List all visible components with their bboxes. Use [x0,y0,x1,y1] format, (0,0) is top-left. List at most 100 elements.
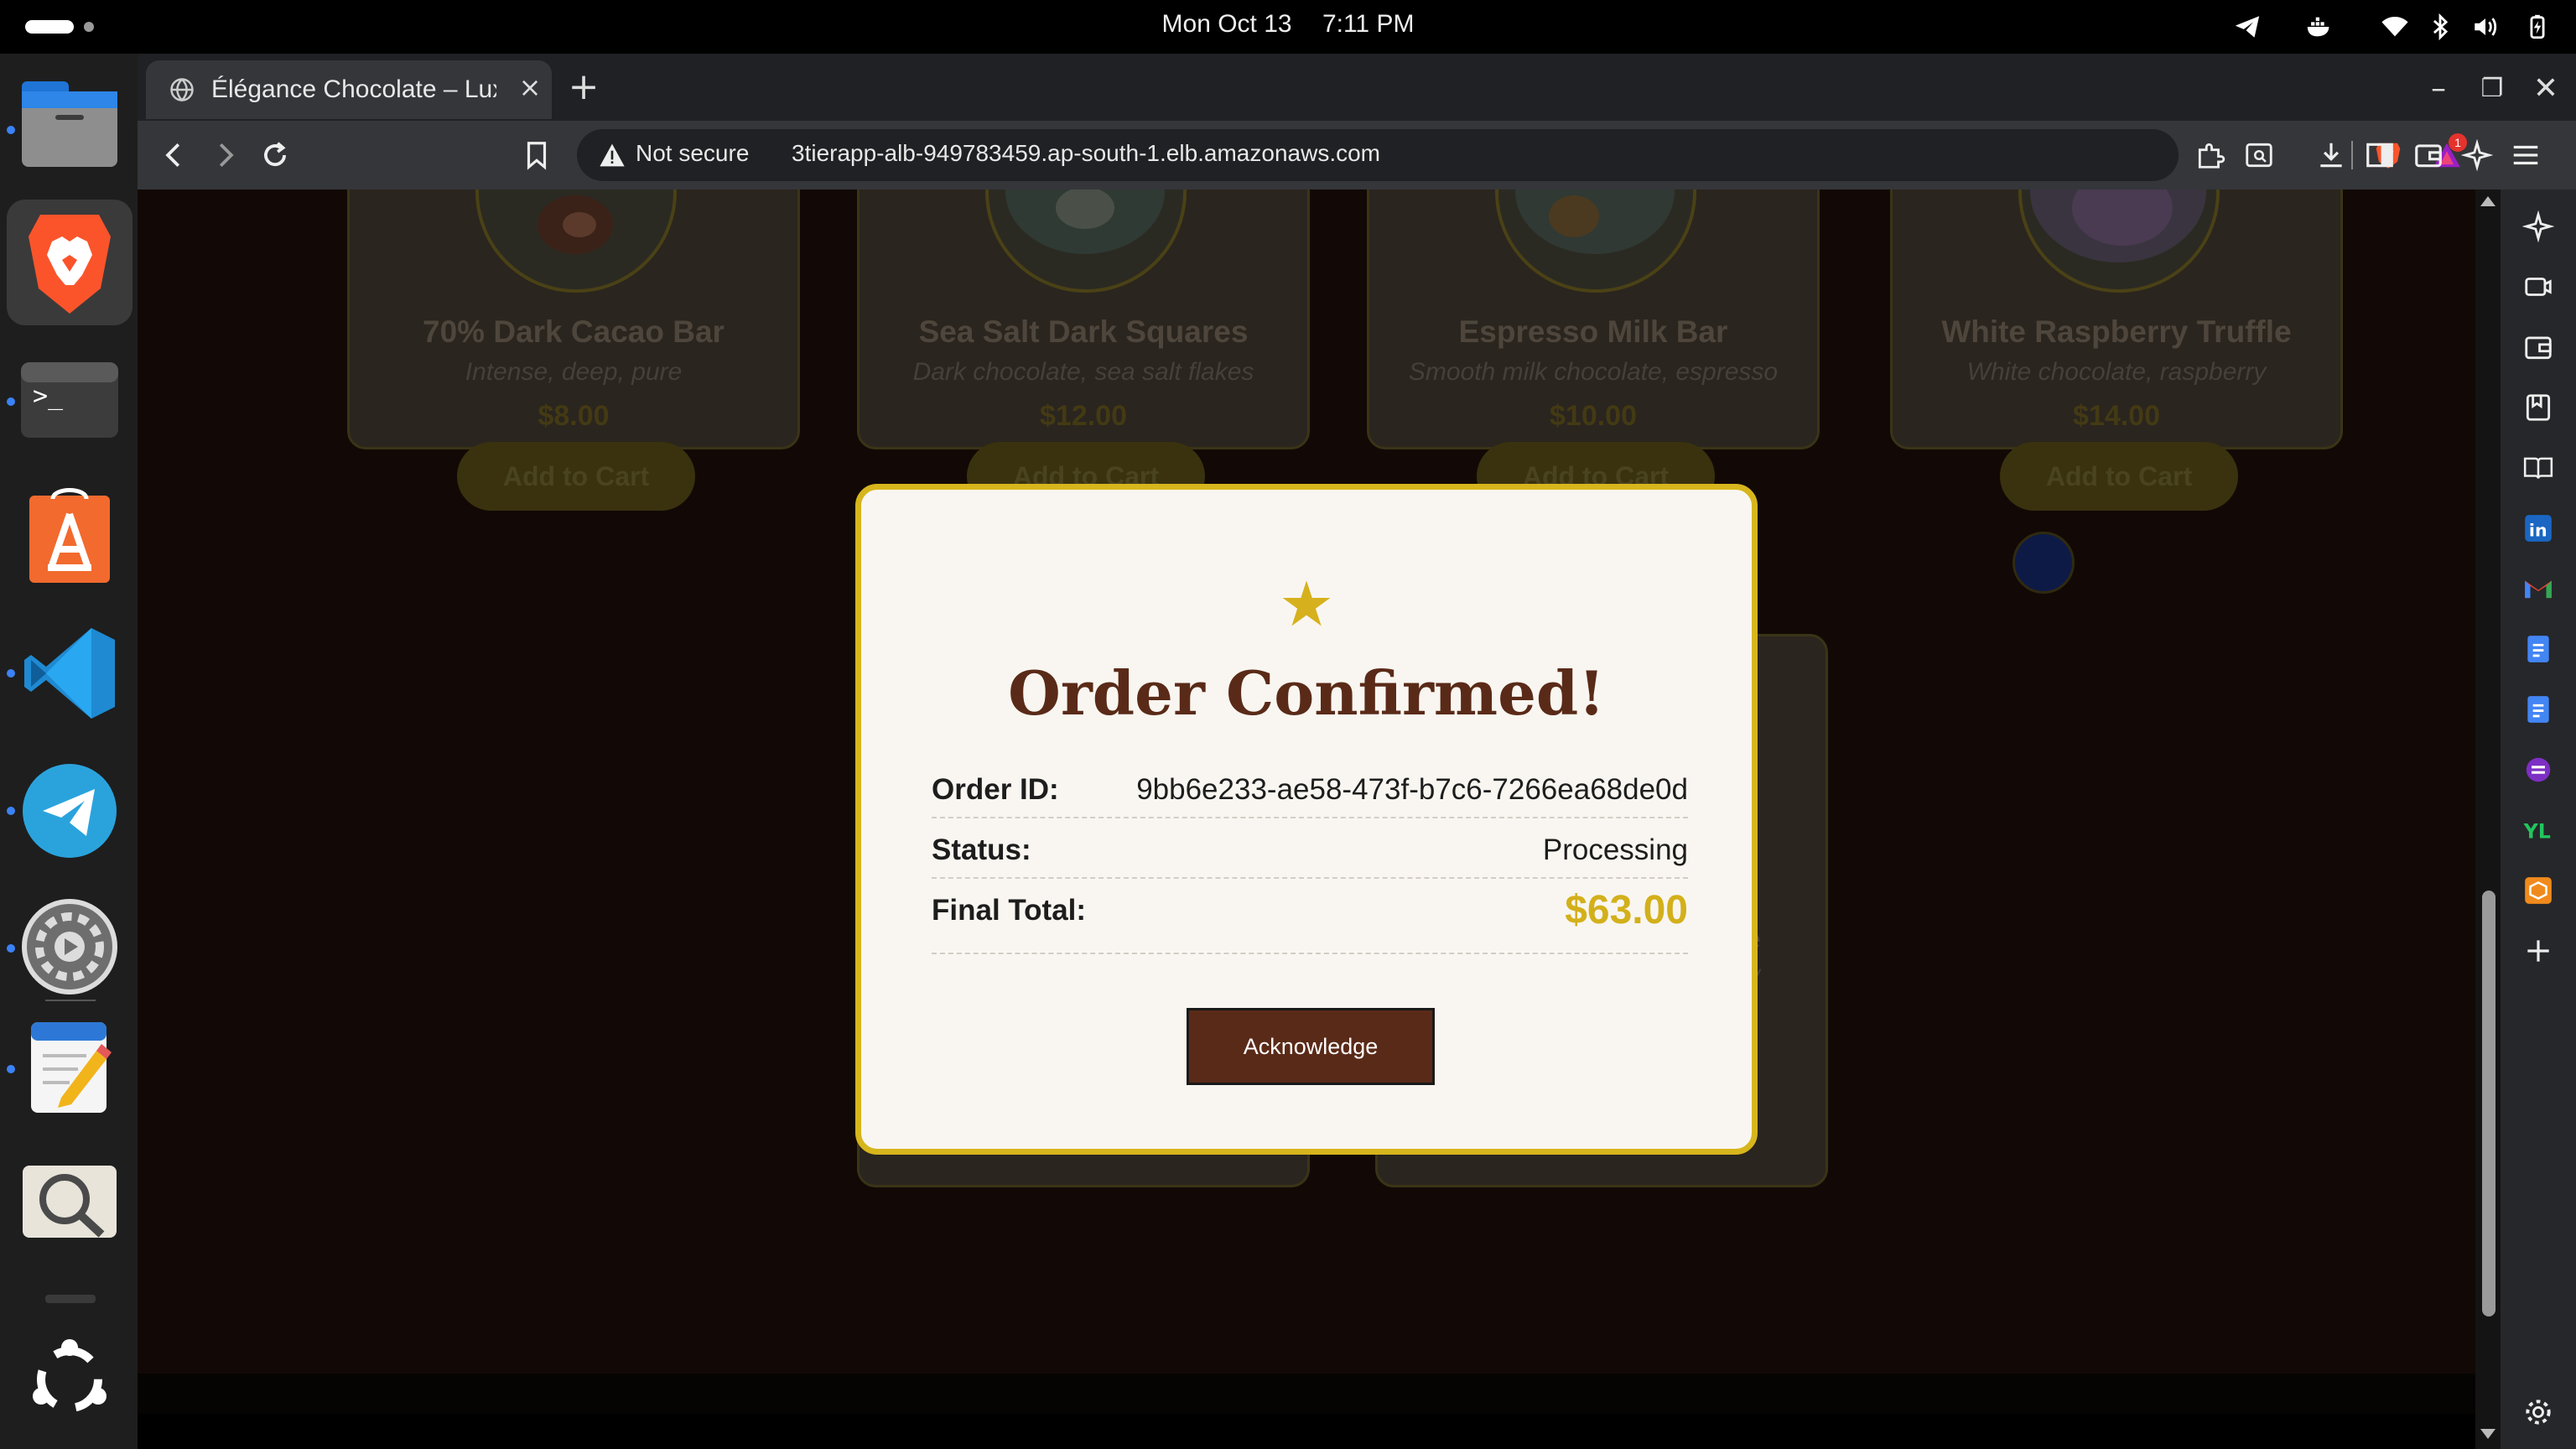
terminal-app-icon[interactable]: >_ [7,337,132,463]
status-row: Status: Processing [932,825,1688,879]
browser-tab-strip: Élégance Chocolate – Luxury × + – ❐ ✕ [138,54,2576,121]
forward-arrow-icon[interactable] [206,137,243,174]
final-total-row: Final Total: $63.00 [932,886,1688,954]
add-to-cart-button[interactable]: Add to Cart [457,442,695,511]
product-price: $12.00 [1040,400,1127,432]
scroll-up-arrow-icon[interactable] [2480,196,2496,206]
minimize-icon[interactable]: – [2420,70,2457,107]
leo-ai-icon[interactable] [2459,137,2496,174]
security-status-label[interactable]: Not secure [636,140,749,167]
svg-text:>_: >_ [33,382,64,411]
globe-icon [170,78,194,102]
acknowledge-button[interactable]: Acknowledge [1187,1008,1435,1085]
browser-sidebar: in YL [2501,190,2576,1449]
extension-orange-icon[interactable] [2520,872,2557,909]
settings-app-icon[interactable] [7,884,132,1010]
product-description: Smooth milk chocolate, espresso [1408,358,1779,386]
vscode-app-icon[interactable] [7,610,132,736]
docker-tray-icon[interactable] [2301,12,2338,42]
bluetooth-icon[interactable] [2425,12,2455,42]
wallet-icon[interactable] [2410,137,2447,174]
add-to-cart-button[interactable]: Add to Cart [2000,442,2238,511]
app-center-icon[interactable] [7,473,132,599]
product-image [1495,190,1696,293]
extension-purple-icon[interactable] [2520,751,2557,788]
bookmarks-sidebar-icon[interactable] [2520,389,2557,426]
dock-separator [45,1295,96,1303]
application-dock: >_ [0,54,138,1449]
google-docs-icon[interactable] [2520,631,2557,667]
extension-yl-icon[interactable]: YL [2520,812,2557,849]
product-card: Espresso Milk Bar Smooth milk chocolate,… [1367,190,1820,511]
wifi-icon[interactable] [2378,12,2412,42]
battery-icon[interactable] [2521,12,2554,42]
modal-title: Order Confirmed! [1008,657,1605,729]
product-image [2018,190,2220,293]
product-card: Sea Salt Dark Squares Dark chocolate, se… [857,190,1310,511]
wallet-sidebar-icon[interactable] [2520,329,2557,366]
clock-date: Mon Oct 13 [1161,10,1292,38]
talk-video-icon[interactable] [2520,268,2557,305]
order-id-label: Order ID: [932,773,1059,806]
product-card: 70% Dark Cacao Bar Intense, deep, pure $… [347,190,800,511]
reading-list-icon[interactable] [2520,449,2557,486]
gmail-icon[interactable] [2520,570,2557,607]
product-image [985,190,1187,293]
order-confirmation-modal: ★ Order Confirmed! Order ID: 9bb6e233-ae… [855,484,1758,1155]
warning-icon[interactable] [599,143,626,168]
close-window-icon[interactable]: ✕ [2527,70,2564,107]
files-app-icon[interactable] [7,60,132,186]
linkedin-icon[interactable]: in [2520,510,2557,547]
product-name: Espresso Milk Bar [1458,314,1728,349]
page-scrollbar[interactable] [2475,190,2501,1449]
telegram-tray-icon[interactable] [2231,12,2264,42]
scrollbar-thumb[interactable] [2482,891,2496,1317]
volume-icon[interactable] [2469,12,2502,42]
back-arrow-icon[interactable] [156,137,193,174]
download-icon[interactable] [2313,137,2350,174]
product-image [475,190,677,293]
product-price: $14.00 [2073,400,2160,432]
cursor-highlight [2012,532,2075,594]
menu-icon[interactable] [2507,137,2544,174]
restore-icon[interactable]: ❐ [2474,70,2511,107]
product-description: White chocolate, raspberry [1966,358,2267,386]
telegram-app-icon[interactable] [7,748,132,874]
close-tab-icon[interactable]: × [515,72,545,102]
add-sidebar-item-icon[interactable] [2520,932,2557,969]
product-description: Dark chocolate, sea salt flakes [912,358,1254,386]
dock-separator [45,1000,96,1001]
final-total-value: $63.00 [1565,888,1688,932]
clock[interactable]: Mon Oct 13 7:11 PM [0,10,2576,39]
product-description: Intense, deep, pure [465,358,683,386]
address-bar-divider [2351,141,2353,169]
reload-icon[interactable] [257,137,293,174]
google-docs-icon[interactable] [2520,691,2557,728]
tab-title: Élégance Chocolate – Luxury [211,75,496,103]
final-total-label: Final Total: [932,894,1087,927]
order-id-value: 9bb6e233-ae58-473f-b7c6-7266ea68de0d [1136,773,1688,806]
svg-text:YL: YL [2523,820,2551,844]
svg-text:in: in [2529,521,2547,541]
star-icon: ★ [1278,569,1335,641]
text-editor-app-icon[interactable] [7,1003,132,1129]
url-text[interactable]: 3tierapp-alb-949783459.ap-south-1.elb.am… [792,140,1380,167]
brave-browser-app-icon[interactable] [7,200,132,325]
extensions-puzzle-icon[interactable] [2192,137,2229,174]
product-price: $10.00 [1550,400,1637,432]
address-bar[interactable]: Not secure 3tierapp-alb-949783459.ap-sou… [577,129,2467,181]
browser-tab-active[interactable]: Élégance Chocolate – Luxury × [146,60,552,119]
product-card: White Raspberry Truffle White chocolate,… [1890,190,2343,511]
show-apps-icon[interactable] [7,1317,132,1442]
sidebar-settings-gear-icon[interactable] [2520,1394,2557,1431]
new-tab-button[interactable]: + [565,69,602,106]
clock-time: 7:11 PM [1322,10,1415,38]
leo-ai-sidebar-icon[interactable] [2520,208,2557,245]
status-value: Processing [1542,834,1688,866]
sidebar-toggle-icon[interactable] [2361,137,2398,174]
document-viewer-app-icon[interactable] [7,1139,132,1265]
bookmark-icon[interactable] [518,137,555,174]
browser-toolbar: Not secure 3tierapp-alb-949783459.ap-sou… [138,121,2576,190]
reader-mode-icon[interactable] [2241,137,2277,174]
scroll-down-arrow-icon[interactable] [2480,1429,2496,1439]
